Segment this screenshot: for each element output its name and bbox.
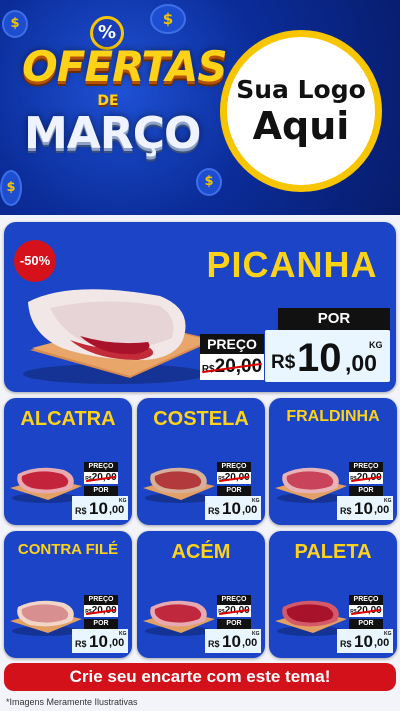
old-price: R$20,00	[84, 605, 118, 617]
featured-price-unit: KG	[369, 340, 383, 350]
price-unit: KG	[384, 498, 392, 504]
product-price: R$ 10 ,00 KG	[205, 629, 261, 653]
por-label: POR	[84, 486, 118, 496]
preco-label: PREÇO	[349, 595, 383, 605]
coin-icon: $	[2, 10, 28, 38]
price-decimal: ,00	[374, 504, 390, 516]
price-decimal: ,00	[109, 637, 125, 649]
product-name: PALETA	[294, 541, 372, 563]
discount-badge: -50%	[14, 240, 56, 282]
product-price: R$ 10 ,00 KG	[72, 496, 128, 520]
por-label: POR	[217, 486, 251, 496]
featured-price: R$ 10 ,00 KG	[265, 330, 390, 382]
product-name: COSTELA	[153, 408, 249, 430]
featured-preco-label: PREÇO	[200, 334, 264, 354]
coin-icon: $	[0, 170, 22, 206]
price-unit: KG	[119, 631, 127, 637]
old-price: R$20,00	[349, 605, 383, 617]
featured-product-name: PICANHA	[206, 244, 378, 285]
price-integer: 10	[222, 499, 241, 518]
product-price: R$ 10 ,00 KG	[72, 629, 128, 653]
product-card: FRALDINHA PREÇO R$20,00 POR R$ 10 ,00 KG	[269, 398, 397, 525]
old-price: R$20,00	[217, 605, 251, 617]
featured-por-label: POR	[278, 308, 390, 330]
featured-price-currency: R$	[271, 352, 296, 373]
coin-icon: $	[196, 168, 222, 196]
preco-label: PREÇO	[349, 462, 383, 472]
logo-line-2: Aqui	[252, 103, 350, 148]
price-decimal: ,00	[242, 637, 258, 649]
por-label: POR	[349, 619, 383, 629]
product-price: R$ 10 ,00 KG	[205, 496, 261, 520]
logo-line-1: Sua Logo	[236, 74, 366, 104]
price-currency: R$	[340, 506, 352, 516]
product-name: ACÉM	[171, 541, 231, 563]
old-price: R$20,00	[217, 472, 251, 484]
price-currency: R$	[208, 506, 220, 516]
price-integer: 10	[89, 499, 108, 518]
product-name: CONTRA FILÉ	[17, 541, 119, 558]
product-card: CONTRA FILÉ PREÇO R$20,00 POR R$ 10 ,00 …	[4, 531, 132, 658]
price-currency: R$	[75, 506, 87, 516]
coin-icon: $	[150, 4, 186, 34]
product-price: R$ 10 ,00 KG	[337, 496, 393, 520]
price-unit: KG	[384, 631, 392, 637]
title-ofertas: OFERTAS	[22, 42, 228, 91]
price-decimal: ,00	[242, 504, 258, 516]
old-price: R$20,00	[349, 472, 383, 484]
price-currency: R$	[75, 639, 87, 649]
featured-price-decimal: ,00	[345, 350, 377, 376]
product-card: COSTELA PREÇO R$20,00 POR R$ 10 ,00 KG	[137, 398, 265, 525]
preco-label: PREÇO	[217, 595, 251, 605]
por-label: POR	[84, 619, 118, 629]
header-banner: $ $ $ $ % OFERTAS DE MARÇO Sua Logo Aqui	[0, 0, 400, 215]
price-currency: R$	[208, 639, 220, 649]
old-price: R$20,00	[84, 472, 118, 484]
preco-label: PREÇO	[84, 595, 118, 605]
product-name: ALCATRA	[20, 408, 116, 430]
product-name: FRALDINHA	[286, 408, 380, 425]
price-integer: 10	[222, 632, 241, 651]
product-card: ACÉM PREÇO R$20,00 POR R$ 10 ,00 KG	[137, 531, 265, 658]
title-de: DE	[97, 93, 119, 109]
featured-old-price: R$20,00	[200, 354, 264, 380]
price-unit: KG	[252, 498, 260, 504]
por-label: POR	[217, 619, 251, 629]
product-card: ALCATRA PREÇO R$20,00 POR R$ 10 ,00 KG	[4, 398, 132, 525]
cta-banner[interactable]: Crie seu encarte com este tema!	[4, 663, 396, 691]
preco-label: PREÇO	[217, 462, 251, 472]
price-integer: 10	[354, 632, 373, 651]
preco-label: PREÇO	[84, 462, 118, 472]
por-label: POR	[349, 486, 383, 496]
product-price: R$ 10 ,00 KG	[337, 629, 393, 653]
title-marco: MARÇO	[24, 108, 201, 159]
price-unit: KG	[119, 498, 127, 504]
price-integer: 10	[354, 499, 373, 518]
price-decimal: ,00	[109, 504, 125, 516]
price-decimal: ,00	[374, 637, 390, 649]
disclaimer-text: *Imagens Meramente Ilustrativas	[6, 697, 138, 707]
product-card: PALETA PREÇO R$20,00 POR R$ 10 ,00 KG	[269, 531, 397, 658]
price-unit: KG	[252, 631, 260, 637]
logo-placeholder: Sua Logo Aqui	[220, 30, 382, 192]
price-integer: 10	[89, 632, 108, 651]
price-currency: R$	[340, 639, 352, 649]
featured-price-integer: 10	[297, 336, 342, 380]
